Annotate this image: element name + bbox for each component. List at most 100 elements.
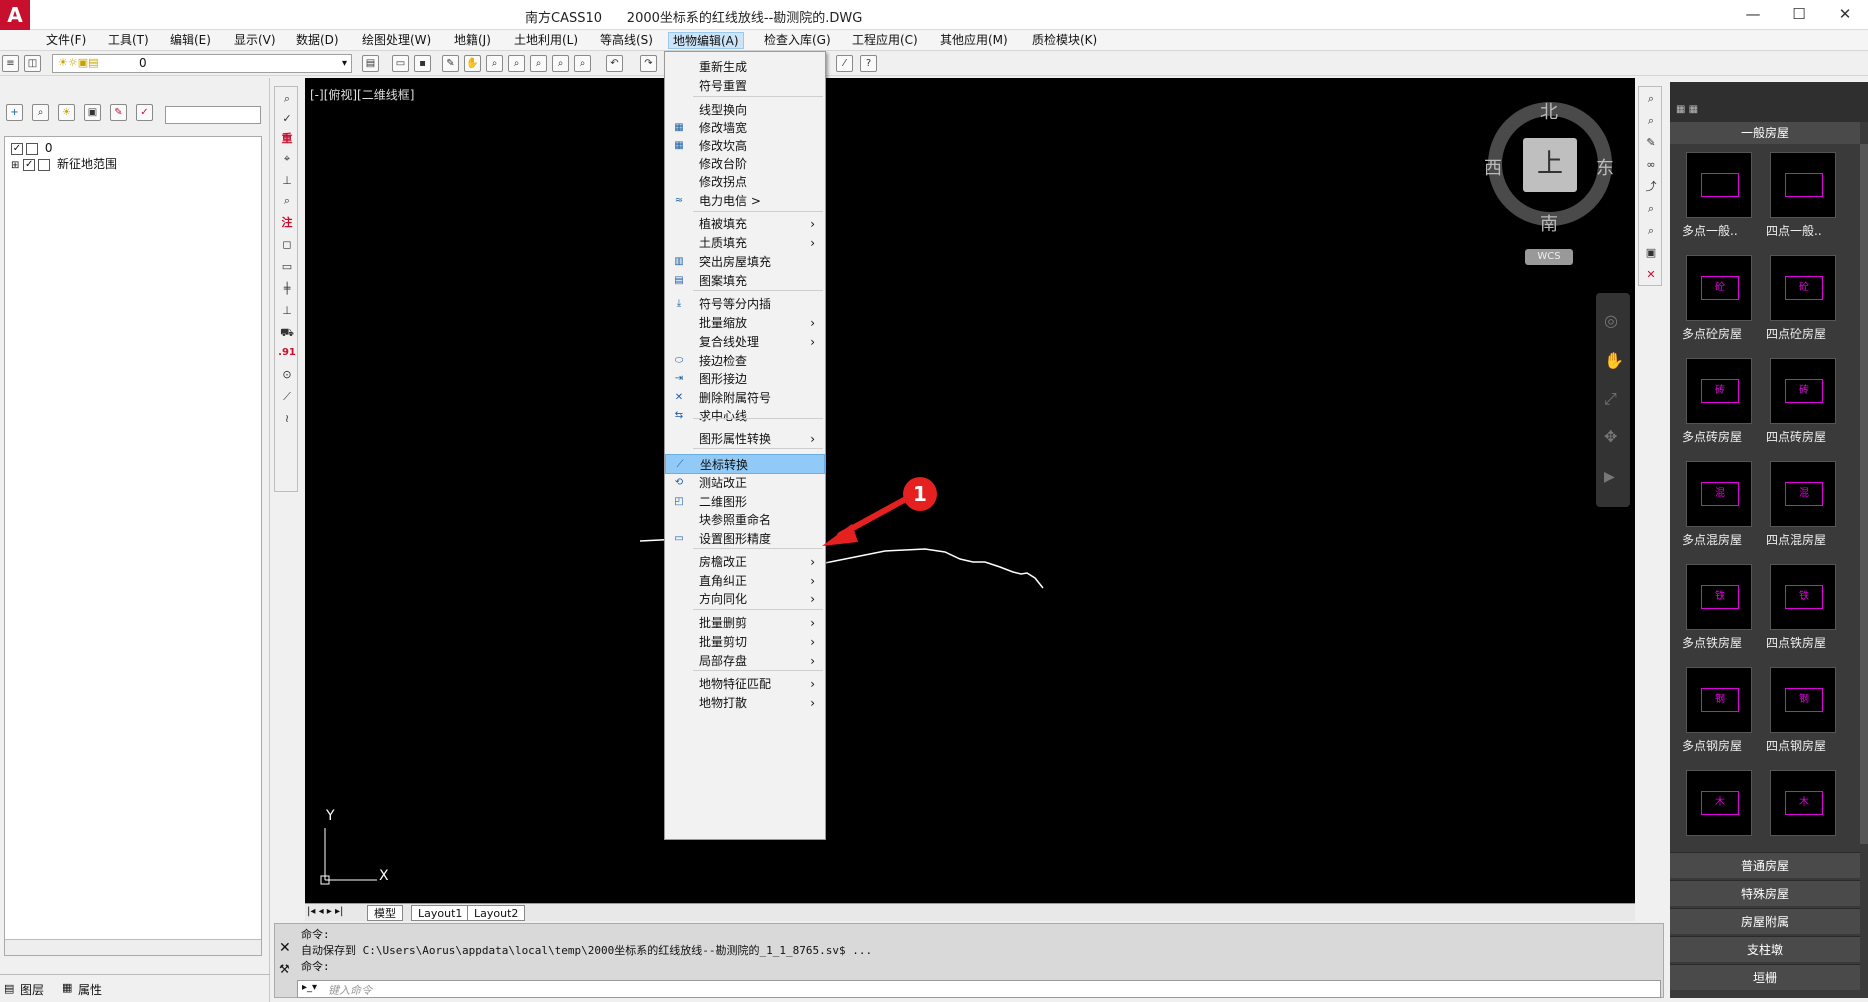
wrench-icon[interactable]: ⚒ [279, 962, 290, 976]
tab-layout1[interactable]: Layout1 [411, 905, 470, 921]
category-special-house[interactable]: 特殊房屋 [1670, 880, 1860, 906]
expand-icon[interactable]: ⊞ [11, 160, 19, 171]
menu-edit[interactable]: 编辑(E) [166, 32, 215, 49]
note-icon[interactable]: 注 [278, 215, 296, 231]
menu-file[interactable]: 文件(F) [42, 32, 90, 49]
query-icon[interactable]: ⌕ [1642, 91, 1660, 107]
circle-point-icon[interactable]: ⊙ [278, 367, 296, 383]
curve-icon[interactable]: ⤴ [1642, 179, 1660, 195]
menu-engineering[interactable]: 工程应用(C) [848, 32, 922, 49]
tree-item-0[interactable]: ✓ 0 [11, 140, 52, 156]
menu-option[interactable]: 土质填充 › [665, 233, 825, 253]
menu-data[interactable]: 数据(D) [292, 32, 343, 49]
menu-option[interactable]: ⇥ 图形接边 [665, 369, 825, 389]
menu-option[interactable]: ✕ 删除附属符号 [665, 388, 825, 408]
house-symbol-thumbnail[interactable] [1770, 152, 1836, 218]
layer-0-checkbox[interactable]: ✓ [11, 142, 23, 155]
menu-option[interactable]: ≈ 电力电信 > [665, 191, 825, 211]
showmotion-icon[interactable]: ▶ [1604, 469, 1615, 485]
layer-light-icon[interactable]: ☀ [58, 104, 75, 121]
menu-option[interactable]: 地物特征匹配 › [665, 674, 825, 694]
menu-contour[interactable]: 等高线(S) [596, 32, 657, 49]
panel-scrollbar[interactable] [1860, 144, 1868, 844]
house-symbol-thumbnail[interactable]: 木 [1770, 770, 1836, 836]
comb-icon[interactable]: ⊥ [278, 303, 296, 319]
command-prompt-icon[interactable]: ▸_▾ [302, 982, 317, 993]
menu-option[interactable]: ⤓ 符号等分内插 [665, 294, 825, 314]
menu-option[interactable]: 批量删剪 › [665, 613, 825, 633]
pan-icon[interactable]: ✋ [1604, 351, 1624, 370]
layer-check-icon[interactable]: ✓ [136, 104, 153, 121]
tree-icon[interactable]: ⊥ [278, 173, 296, 189]
menu-feature-edit[interactable]: 地物编辑(A) [668, 32, 744, 49]
menu-view[interactable]: 显示(V) [230, 32, 280, 49]
menu-other[interactable]: 其他应用(M) [936, 32, 1012, 49]
house-symbol-thumbnail[interactable]: 钢 [1686, 667, 1752, 733]
viewcube-top[interactable]: 上 [1523, 138, 1577, 192]
zoom-prev-icon[interactable]: ⌕ [552, 55, 569, 72]
menu-option[interactable]: 地物打散 › [665, 693, 825, 713]
undo-icon[interactable]: ↶ [606, 55, 623, 72]
menu-option[interactable]: ⬭ 接边检查 [665, 351, 825, 371]
menu-option[interactable]: ▥ 突出房屋填充 [665, 252, 825, 272]
drawing-canvas[interactable]: Y X [305, 78, 1635, 904]
category-fence[interactable]: 垣栅 [1670, 964, 1860, 990]
line-icon[interactable]: ⁄ [836, 55, 853, 72]
link-icon[interactable]: ∞ [1642, 157, 1660, 173]
rectangle-icon[interactable]: ▭ [278, 259, 296, 275]
house-symbol-thumbnail[interactable]: 砖 [1686, 358, 1752, 424]
zoom-tool-icon[interactable]: ⌕ [278, 193, 296, 209]
tab-layers[interactable]: 图层 [20, 981, 44, 998]
menu-option[interactable]: 图形属性转换 › [665, 429, 825, 449]
close-button[interactable]: ✕ [1822, 0, 1868, 30]
menu-tools[interactable]: 工具(T) [104, 32, 153, 49]
menu-land-use[interactable]: 土地利用(L) [510, 32, 582, 49]
compass-south[interactable]: 南 [1540, 210, 1558, 236]
heavy-icon[interactable]: 重 [278, 131, 296, 147]
house-symbol-thumbnail[interactable]: 混 [1686, 461, 1752, 527]
house-symbol-thumbnail[interactable]: 砼 [1770, 255, 1836, 321]
zoom-window-icon[interactable]: ⌕ [508, 55, 525, 72]
snap-icon[interactable]: ⌖ [278, 151, 296, 167]
menu-option[interactable]: 修改台阶 [665, 154, 825, 174]
viewport-controls[interactable]: [-][俯视][二维线框] [310, 86, 414, 103]
fence-icon[interactable]: ╪ [278, 281, 296, 297]
redo-icon[interactable]: ↷ [640, 55, 657, 72]
layer-1-checkbox[interactable]: ✓ [23, 158, 36, 171]
house-symbol-thumbnail[interactable]: 混 [1770, 461, 1836, 527]
layer-1-lock-checkbox[interactable] [38, 158, 51, 171]
house-symbol-thumbnail[interactable] [1686, 152, 1752, 218]
tree-item-new-land[interactable]: ⊞ ✓ 新征地范围 [11, 156, 117, 172]
layer-copy-icon[interactable]: ▣ [84, 104, 101, 121]
chevron-down-icon[interactable]: ▾ [342, 55, 347, 72]
menu-option[interactable]: ▤ 图案填充 [665, 271, 825, 291]
steering-wheel-icon[interactable]: ◎ [1604, 311, 1618, 330]
menu-option[interactable]: 局部存盘 › [665, 651, 825, 671]
query-icon[interactable]: ⌕ [278, 91, 296, 107]
menu-option[interactable]: ⟋ 坐标转换 [665, 454, 825, 474]
compass-east[interactable]: 东 [1596, 154, 1614, 180]
wcs-menu[interactable]: WCS [1525, 249, 1573, 265]
menu-option[interactable]: ▦ 修改墙宽 [665, 118, 825, 138]
zoom-nav-icon[interactable]: ⤢ [1604, 389, 1617, 409]
menu-option[interactable]: ⇆ 求中心线 [665, 406, 825, 426]
house-symbol-thumbnail[interactable]: 铁 [1770, 564, 1836, 630]
category-header[interactable]: 一般房屋 [1670, 122, 1860, 144]
tab-nav-arrows-icon[interactable]: |◂ ◂ ▸ ▸| [307, 906, 343, 917]
menu-option[interactable]: 重新生成 [665, 57, 825, 77]
pan-hand-icon[interactable]: ✋ [464, 55, 481, 72]
compass-west[interactable]: 西 [1484, 154, 1502, 180]
zoom-realtime-icon[interactable]: ⌕ [574, 55, 591, 72]
check-icon[interactable]: ✓ [278, 111, 296, 127]
zoom-extents-icon[interactable]: ⌕ [530, 55, 547, 72]
bulb-icon[interactable]: ☀☼▣▤ [58, 56, 99, 69]
menu-option[interactable]: 符号重置 [665, 76, 825, 96]
tab-model[interactable]: 模型 [367, 905, 403, 921]
menu-option[interactable]: ▦ 修改坎高 [665, 136, 825, 156]
compass-north[interactable]: 北 [1540, 98, 1558, 124]
menu-option[interactable]: 方向同化 › [665, 589, 825, 609]
menu-cadastre[interactable]: 地籍(J) [450, 32, 495, 49]
house-symbol-thumbnail[interactable]: 砖 [1770, 358, 1836, 424]
properties-icon[interactable]: ▤ [362, 55, 379, 72]
help-icon[interactable]: ? [860, 55, 877, 72]
